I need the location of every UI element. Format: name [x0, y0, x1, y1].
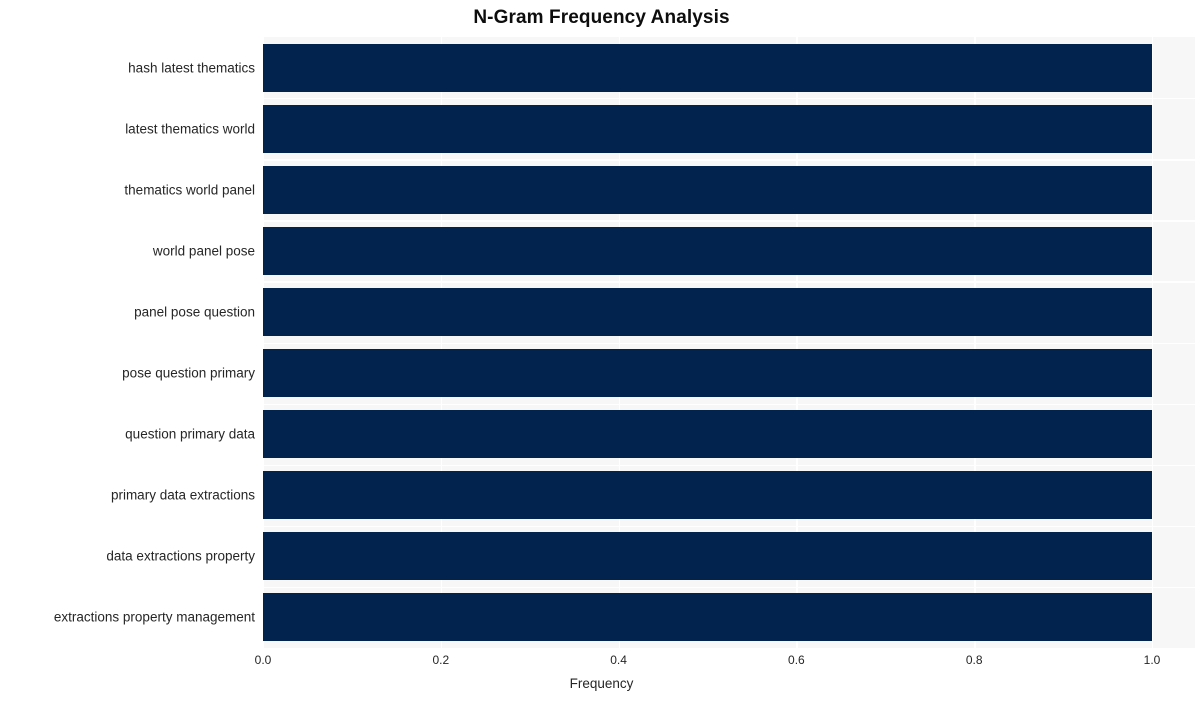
ngram-frequency-chart: N-Gram Frequency Analysis hash latest th…: [0, 0, 1203, 701]
x-tick-label: 0.6: [788, 653, 805, 667]
x-tick-label: 0.8: [965, 653, 983, 667]
x-tick-label: 0.2: [432, 653, 450, 667]
x-axis-tick-labels: 0.0 0.2 0.4 0.6 0.8 1.0: [0, 0, 1203, 701]
x-tick-label: 0.4: [610, 653, 627, 667]
x-axis-title: Frequency: [569, 676, 634, 691]
x-tick-label: 0.0: [254, 653, 272, 667]
x-tick-label: 1.0: [1143, 653, 1161, 667]
